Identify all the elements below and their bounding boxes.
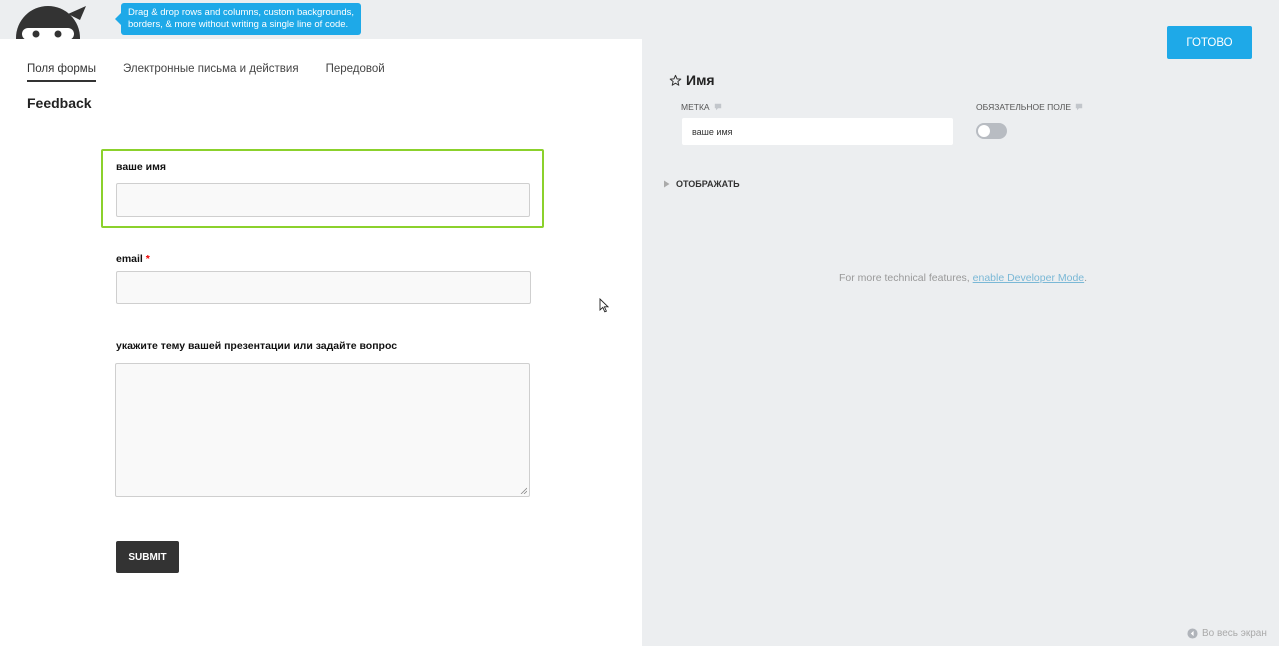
required-heading-text: ОБЯЗАТЕЛЬНОЕ ПОЛЕ	[976, 102, 1072, 112]
developer-mode-note: For more technical features, enable Deve…	[839, 272, 1087, 284]
ninja-logo-icon	[14, 4, 88, 39]
triangle-right-icon	[664, 180, 670, 188]
tooltip-line-1: Drag & drop rows and columns, custom bac…	[128, 7, 354, 18]
display-section-toggle[interactable]: ОТОБРАЖАТЬ	[663, 179, 740, 189]
label-input[interactable]: ваше имя	[682, 118, 953, 145]
email-input[interactable]	[116, 271, 531, 304]
required-setting-heading: ОБЯЗАТЕЛЬНОЕ ПОЛЕ	[976, 102, 1083, 112]
submit-button[interactable]: SUBMIT	[116, 541, 179, 573]
speech-bubble-icon[interactable]	[714, 103, 722, 111]
dev-note-suffix: .	[1084, 272, 1088, 284]
field-label-email: email *	[116, 253, 150, 265]
label-heading-text: МЕТКА	[681, 102, 710, 112]
tab-advanced[interactable]: Передовой	[326, 63, 385, 82]
form-title: Feedback	[27, 95, 92, 111]
form-builder-canvas: Поля формы Электронные письма и действия…	[0, 39, 642, 646]
required-asterisk: *	[145, 253, 150, 265]
label-setting-heading: МЕТКА	[681, 102, 722, 112]
fullscreen-label: Во весь экран	[1202, 628, 1267, 639]
panel-title: Имя	[669, 72, 715, 88]
field-label-name: ваше имя	[116, 161, 167, 173]
field-label-email-text: email	[116, 253, 143, 265]
topic-textarea[interactable]	[115, 363, 530, 497]
tooltip-line-2: borders, & more without writing a single…	[128, 19, 349, 30]
feature-tooltip: Drag & drop rows and columns, custom bac…	[115, 3, 361, 35]
field-settings-panel: ГОТОВО Имя МЕТКА ваше имя ОБЯЗАТЕЛЬНОЕ П…	[642, 0, 1279, 646]
name-input[interactable]	[116, 183, 530, 217]
tab-emails-actions[interactable]: Электронные письма и действия	[123, 63, 299, 82]
builder-tabs: Поля формы Электронные письма и действия…	[27, 63, 385, 82]
done-button[interactable]: ГОТОВО	[1167, 26, 1252, 59]
tab-form-fields[interactable]: Поля формы	[27, 63, 96, 82]
resize-grip-icon[interactable]	[520, 487, 527, 494]
display-section-label: ОТОБРАЖАТЬ	[676, 179, 740, 189]
field-label-topic: укажите тему вашей презентации или задай…	[116, 340, 398, 352]
star-outline-icon[interactable]	[669, 74, 682, 87]
enable-developer-mode-link[interactable]: enable Developer Mode	[973, 272, 1085, 284]
dev-note-prefix: For more technical features,	[839, 272, 973, 284]
circle-arrow-left-icon	[1187, 628, 1198, 639]
required-toggle[interactable]	[976, 123, 1007, 139]
speech-bubble-icon[interactable]	[1075, 103, 1083, 111]
fullscreen-toggle[interactable]: Во весь экран	[1187, 628, 1267, 639]
panel-title-text: Имя	[686, 72, 715, 88]
mouse-pointer-icon	[599, 298, 609, 313]
